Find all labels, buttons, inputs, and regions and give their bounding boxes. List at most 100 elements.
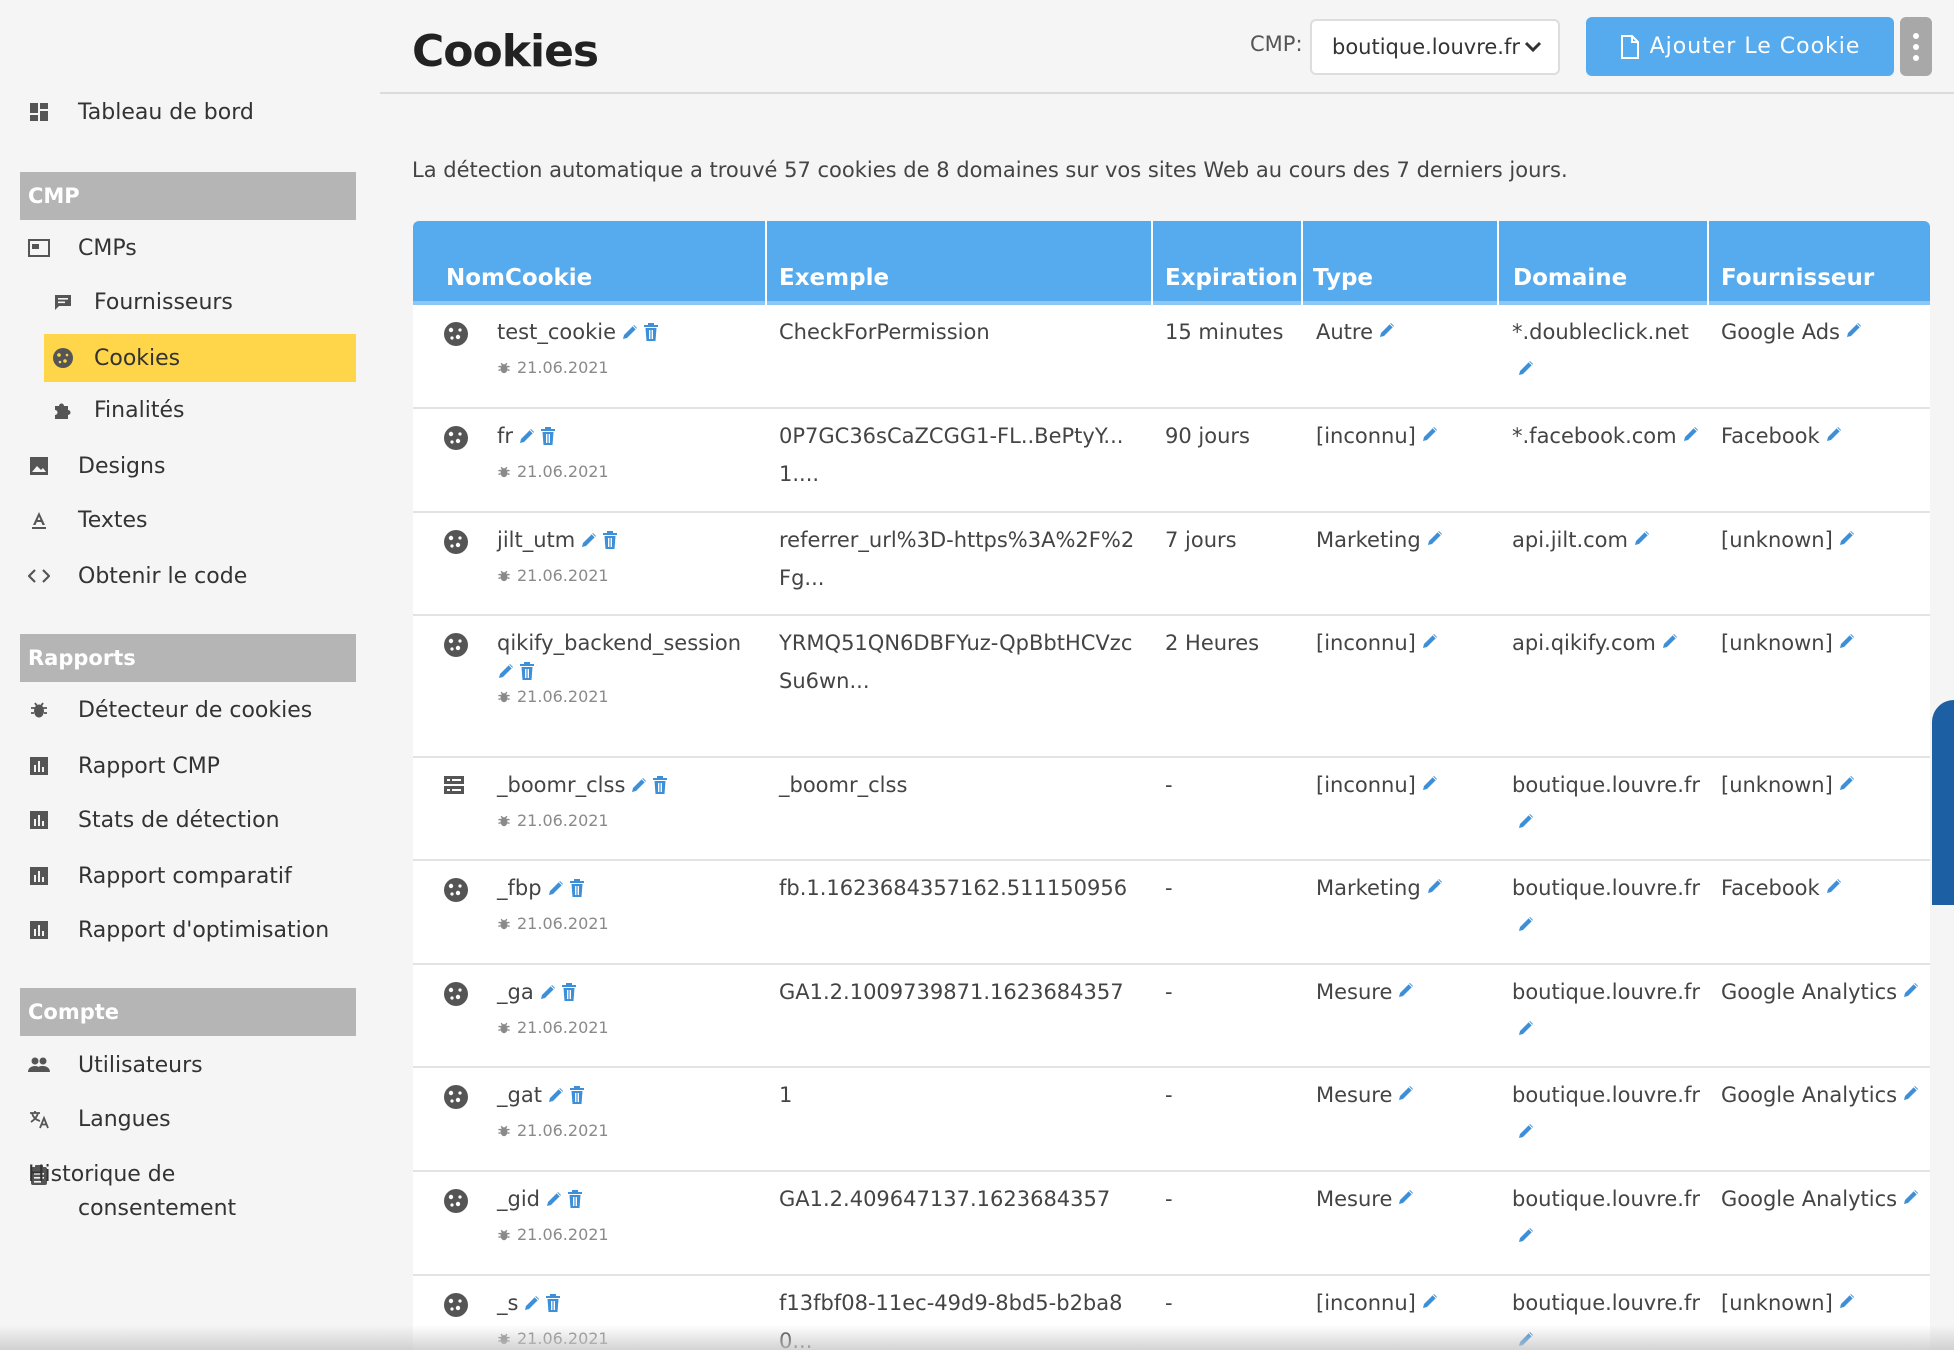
edit-icon[interactable] [539, 983, 557, 1001]
side-tab[interactable] [1932, 700, 1954, 905]
edit-icon[interactable] [1421, 425, 1439, 443]
sidebar-item-consent-history[interactable]: Historique de consentement [28, 1158, 328, 1226]
edit-icon[interactable] [1902, 1188, 1920, 1206]
sidebar-item-optimization-report[interactable]: Rapport d'optimisation [28, 909, 329, 951]
edit-icon[interactable] [1517, 812, 1535, 830]
edit-icon[interactable] [621, 323, 639, 341]
edit-icon[interactable] [1682, 425, 1700, 443]
detection-date: 21.06.2021 [517, 914, 609, 933]
sidebar-item-label: Historique de consentement [28, 1162, 237, 1221]
cookie-icon [443, 529, 469, 559]
type-value: Mesure [1316, 980, 1393, 1004]
edit-icon[interactable] [1902, 1084, 1920, 1102]
trash-icon[interactable] [652, 776, 668, 794]
table-row: _fbp 21.06.2021 fb.1.1623684357162.5111509… [413, 861, 1930, 965]
cmp-select[interactable]: boutique.louvre.fr [1310, 19, 1560, 75]
sidebar-item-comparative-report[interactable]: Rapport comparatif [28, 855, 292, 897]
edit-icon[interactable] [1378, 321, 1396, 339]
edit-icon[interactable] [518, 427, 536, 445]
trash-icon[interactable] [569, 879, 585, 897]
sidebar-item-label: Fournisseurs [94, 289, 233, 315]
trash-icon[interactable] [561, 983, 577, 1001]
sidebar-item-cookie-detector[interactable]: Détecteur de cookies [28, 689, 312, 731]
sidebar-item-languages[interactable]: Langues [28, 1098, 171, 1140]
domain-value: *.doubleclick.net [1512, 320, 1689, 344]
trash-icon[interactable] [567, 1190, 583, 1208]
column-header-domain[interactable]: Domaine [1499, 221, 1709, 305]
edit-icon[interactable] [547, 1086, 565, 1104]
vendor-value: [unknown] [1721, 1291, 1833, 1315]
edit-icon[interactable] [545, 1190, 563, 1208]
table-row: fr 21.06.2021 0P7GC36sCaZCGG1-FL..BePtyY..… [413, 409, 1930, 513]
table-row: _gid 21.06.2021 GA1.2.409647137.1623684357… [413, 1172, 1930, 1276]
edit-icon[interactable] [1517, 915, 1535, 933]
trash-icon[interactable] [602, 531, 618, 549]
edit-icon[interactable] [1421, 1292, 1439, 1310]
edit-icon[interactable] [1845, 321, 1863, 339]
edit-icon[interactable] [1517, 1122, 1535, 1140]
edit-icon[interactable] [1902, 981, 1920, 999]
edit-icon[interactable] [523, 1294, 541, 1312]
type-value: [inconnu] [1316, 631, 1416, 655]
edit-icon[interactable] [1633, 529, 1651, 547]
edit-icon[interactable] [1838, 632, 1856, 650]
trash-icon[interactable] [519, 662, 535, 680]
sidebar-item-detection-stats[interactable]: Stats de détection [28, 799, 280, 841]
trash-icon[interactable] [569, 1086, 585, 1104]
cookie-name: _boomr_clss [497, 773, 626, 797]
cookie-name-cell: _gat 21.06.2021 [497, 1076, 767, 1142]
edit-icon[interactable] [1838, 774, 1856, 792]
domain-cell: api.jilt.com [1512, 521, 1702, 559]
edit-icon[interactable] [547, 879, 565, 897]
detection-date: 21.06.2021 [517, 566, 609, 585]
edit-icon[interactable] [1426, 877, 1444, 895]
edit-icon[interactable] [1838, 529, 1856, 547]
column-header-vendor[interactable]: Fournisseur [1709, 221, 1930, 305]
column-header-expiration[interactable]: Expiration [1153, 221, 1303, 305]
edit-icon[interactable] [1421, 774, 1439, 792]
edit-icon[interactable] [1397, 981, 1415, 999]
sidebar-item-cmps[interactable]: CMPs [28, 227, 137, 269]
edit-icon[interactable] [1421, 632, 1439, 650]
sidebar-item-cmp-report[interactable]: Rapport CMP [28, 745, 220, 787]
cookie-name: fr [497, 424, 514, 448]
bug-icon [497, 1228, 511, 1242]
column-header-type[interactable]: Type [1303, 221, 1499, 305]
sidebar-item-vendors[interactable]: Fournisseurs [52, 281, 233, 323]
edit-icon[interactable] [1838, 1292, 1856, 1310]
edit-icon[interactable] [1661, 632, 1679, 650]
sidebar-item-texts[interactable]: Textes [28, 499, 148, 541]
sidebar-item-purposes[interactable]: Finalités [52, 389, 184, 431]
edit-icon[interactable] [1426, 529, 1444, 547]
edit-icon[interactable] [1517, 359, 1535, 377]
edit-icon[interactable] [1825, 877, 1843, 895]
table-row: _gat 21.06.2021 1 - Mesure boutique.louvre.fr… [413, 1068, 1930, 1172]
edit-icon[interactable] [1517, 1019, 1535, 1037]
add-cookie-button[interactable]: Ajouter Le Cookie [1586, 17, 1894, 76]
table-row: qikify_backend_session 21.06.2021 YRMQ51QN… [413, 616, 1930, 758]
sidebar-item-users[interactable]: Utilisateurs [28, 1044, 203, 1086]
add-cookie-label: Ajouter Le Cookie [1649, 34, 1861, 59]
column-header-name[interactable]: NomCookie [413, 221, 767, 305]
edit-icon[interactable] [580, 531, 598, 549]
edit-icon[interactable] [1397, 1188, 1415, 1206]
edit-icon[interactable] [1825, 425, 1843, 443]
column-header-example[interactable]: Exemple [767, 221, 1153, 305]
trash-icon[interactable] [643, 323, 659, 341]
trash-icon[interactable] [540, 427, 556, 445]
cookie-name: test_cookie [497, 320, 616, 344]
sidebar-item-get-code[interactable]: Obtenir le code [28, 555, 247, 597]
edit-icon[interactable] [1397, 1084, 1415, 1102]
trash-icon[interactable] [545, 1294, 561, 1312]
sidebar-item-cookies[interactable]: Cookies [44, 334, 356, 382]
bug-icon [28, 699, 50, 721]
sidebar-item-dashboard[interactable]: Tableau de bord [28, 91, 254, 133]
window-icon [28, 237, 50, 259]
more-options-button[interactable] [1900, 17, 1932, 76]
text-format-icon [28, 509, 50, 531]
example-cell: GA1.2.1009739871.1623684357 [779, 980, 1124, 1004]
sidebar-item-designs[interactable]: Designs [28, 445, 165, 487]
edit-icon[interactable] [630, 776, 648, 794]
edit-icon[interactable] [497, 662, 515, 680]
edit-icon[interactable] [1517, 1226, 1535, 1244]
